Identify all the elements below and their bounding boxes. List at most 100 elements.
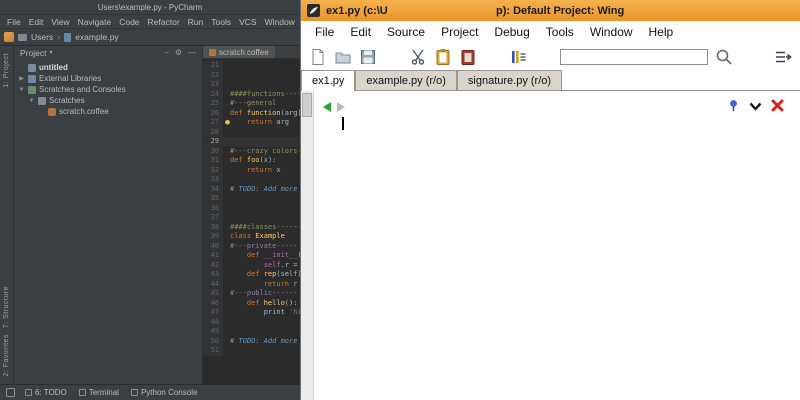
code-text: return x [246,165,281,174]
tree-item-external-libraries[interactable]: ▶ External Libraries [14,73,202,84]
line-number: 47 [203,308,223,318]
pycharm-menu-tools[interactable]: Tools [207,17,235,27]
indent-tools-icon[interactable] [509,48,527,66]
code-line-36: 36 [203,203,300,213]
pycharm-title-text: Users\example.py - PyCharm [97,2,203,12]
editor-scrollbar[interactable] [301,91,314,400]
search-input[interactable] [560,48,708,65]
tree-item-scratches[interactable]: ▼ Scratches [14,95,202,106]
coffeescript-file-icon [209,48,216,56]
tab-ex1-py[interactable]: ex1.py [301,70,356,91]
pycharm-menu-window[interactable]: Window [261,17,299,27]
pycharm-menu-edit[interactable]: Edit [25,17,48,27]
statusbar-terminal[interactable]: Terminal [78,388,119,397]
pycharm-menu-file[interactable]: File [3,17,25,27]
project-panel-title[interactable]: Project [20,48,46,58]
chevron-down-icon[interactable]: ▾ [49,49,52,56]
paste-icon[interactable] [459,48,477,66]
code-text: def function(arg): [230,108,300,117]
pycharm-window: Users\example.py - PyCharm File Edit View N… [0,0,300,400]
chevron-down-icon[interactable]: ▼ [28,98,35,104]
line-number: 43 [203,270,223,280]
pycharm-menu-navigate[interactable]: Navigate [74,17,116,27]
code-line-30: 30 #---crazy colors----- [203,146,300,156]
project-panel-header: Project ▾ − ⚙ — [14,46,202,59]
save-icon[interactable] [359,48,377,66]
scrollbar-thumb[interactable] [302,93,312,117]
chevron-down-icon[interactable]: ▼ [18,87,25,93]
code-line-32: 32 return x [203,165,300,175]
panel-toggle-icon[interactable] [774,48,792,66]
open-file-icon[interactable] [334,48,352,66]
code-line-23: 23 [203,80,300,90]
wing-menubar: File Edit Source Project Debug Tools Window Hel… [301,21,800,43]
pycharm-menu-refactor[interactable]: Refactor [144,17,184,27]
wing-menu-edit[interactable]: Edit [342,25,379,39]
wing-menu-debug[interactable]: Debug [486,25,537,39]
toolwindow-project-button[interactable]: 1: Project [3,53,10,88]
statusbar-6-todo[interactable]: 6: TODO [25,388,67,397]
line-number: 33 [203,175,223,185]
wing-menu-file[interactable]: File [307,25,342,39]
line-number: 21 [203,61,223,71]
todo-icon [25,389,32,396]
intention-bulb-icon[interactable] [225,120,230,125]
pycharm-editor-column: scratch.coffee 21222324 ####functions----… [203,46,300,384]
wing-menu-source[interactable]: Source [379,25,433,39]
back-arrow-icon[interactable] [321,101,333,113]
statusbar-items: 6: TODO Terminal Python Console [25,388,197,397]
code-line-27: 27 return arg [203,118,300,128]
tab-signature-py-r-o[interactable]: signature.py (r/o) [456,70,563,90]
breadcrumb-root[interactable]: Users [31,32,53,42]
settings-gear-icon[interactable]: ⚙ [175,48,182,57]
chevron-right-icon[interactable]: ▶ [18,75,25,82]
tree-item-scratch-coffee[interactable]: scratch.coffee [14,106,202,117]
code-line-51: 51 [203,346,300,356]
wing-editor[interactable] [301,91,800,400]
project-tree: untitled ▶ External Libraries ▼ Scratches an… [14,59,202,384]
tree-item-scratches-and-consoles[interactable]: ▼ Scratches and Consoles [14,84,202,95]
search-icon[interactable] [715,48,733,66]
toolwindow-toggle-icon[interactable] [6,388,15,397]
copy-icon[interactable] [434,48,452,66]
pycharm-titlebar[interactable]: Users\example.py - PyCharm [0,0,300,15]
line-number: 23 [203,80,223,90]
code-line-48: 48 [203,317,300,327]
code-line-41: 41 def __init__(self): [203,251,300,261]
chevron-down-icon[interactable] [749,102,762,111]
project-panel: Project ▾ − ⚙ — untitled ▶ External Librar… [14,46,203,384]
code-line-40: 40 #---private----- [203,241,300,251]
pycharm-menu-view[interactable]: View [47,17,73,27]
wing-menu-window[interactable]: Window [582,25,641,39]
cut-icon[interactable] [409,48,427,66]
wing-menu-help[interactable]: Help [641,25,682,39]
hide-panel-icon[interactable]: — [188,48,196,57]
code-text: print 'hi' [263,308,300,316]
pycharm-menu-vcs[interactable]: VCS [235,17,260,27]
pycharm-menu-run[interactable]: Run [184,17,208,27]
close-icon[interactable] [771,99,784,112]
collapse-all-icon[interactable]: − [164,48,169,57]
code-text: #---crazy colors----- [230,146,300,155]
wing-titlebar[interactable]: ex1.py (c:\U p): Default Project: Wing [301,0,800,21]
breadcrumb-file[interactable]: example.py [75,32,118,42]
code-line-43: 43 def rep(self): [203,270,300,280]
code-line-45: 45 #---public------ [203,289,300,299]
pushpin-icon[interactable] [727,99,740,112]
wing-toolbar [301,43,800,70]
statusbar-python-console[interactable]: Python Console [130,388,197,397]
tab-scratch-coffee[interactable]: scratch.coffee [203,46,275,58]
line-number: 27 [203,118,223,128]
forward-arrow-icon[interactable] [335,101,347,113]
wing-menu-project[interactable]: Project [433,25,486,39]
toolwindow-structure-button[interactable]: 7: Structure [3,286,10,328]
new-file-icon[interactable] [309,48,327,66]
tree-item-untitled[interactable]: untitled [14,62,202,73]
statusbar-item-label: Terminal [88,388,119,397]
code-editor[interactable]: 21222324 ####functions-------------- 25 #--… [203,59,300,384]
pycharm-menu-code[interactable]: Code [115,17,143,27]
wing-menu-tools[interactable]: Tools [538,25,582,39]
toolwindow-favorites-button[interactable]: 2: Favorites [3,334,10,377]
line-number: 30 [203,146,223,156]
tab-example-py-r-o[interactable]: example.py (r/o) [355,70,457,90]
